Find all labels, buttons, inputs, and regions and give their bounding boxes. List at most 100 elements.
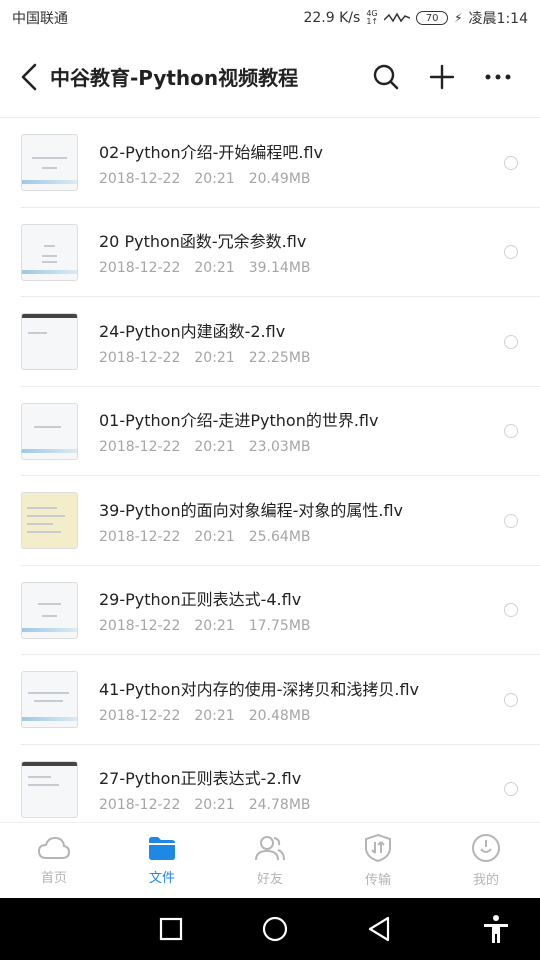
file-meta: 24-Python内建函数-2.flv 2018-12-22 20:21 22.25… bbox=[99, 318, 504, 366]
file-name: 20 Python函数-冗余参数.flv bbox=[99, 232, 307, 252]
file-size: 20.48MB bbox=[248, 707, 311, 724]
file-date: 2018-12-22 bbox=[99, 439, 181, 456]
tab-label: 传输 bbox=[364, 873, 391, 888]
file-date: 2018-12-22 bbox=[99, 349, 181, 366]
file-info: 2018-12-22 20:21 20.49MB bbox=[99, 171, 504, 187]
file-row[interactable]: 02-Python介绍-开始编程吧.flv 2018-12-22 20:21 20.… bbox=[0, 118, 540, 208]
file-size: 39.14MB bbox=[248, 260, 311, 277]
file-row[interactable]: 24-Python内建函数-2.flv 2018-12-22 20:21 22.25… bbox=[0, 297, 540, 387]
file-size: 20.49MB bbox=[248, 170, 311, 187]
file-time: 20:21 bbox=[194, 707, 235, 724]
cloud-icon bbox=[37, 836, 71, 859]
file-row[interactable]: 41-Python对内存的使用-深拷贝和浅拷贝.flv 2018-12-22 20… bbox=[0, 655, 540, 745]
file-size: 22.25MB bbox=[248, 349, 311, 366]
file-meta: 41-Python对内存的使用-深拷贝和浅拷贝.flv 2018-12-22 20… bbox=[99, 676, 504, 724]
plus-icon bbox=[429, 64, 455, 89]
file-info: 2018-12-22 20:21 20.48MB bbox=[99, 708, 504, 724]
file-time: 20:21 bbox=[194, 528, 235, 545]
home-icon[interactable] bbox=[262, 916, 288, 942]
tab-label: 好友 bbox=[256, 872, 283, 887]
file-size: 25.64MB bbox=[248, 528, 311, 545]
tab-label: 文件 bbox=[148, 871, 175, 886]
select-radio[interactable] bbox=[504, 603, 518, 618]
network-type-badge: 4G 1↑ bbox=[366, 10, 378, 26]
file-name: 41-Python对内存的使用-深拷贝和浅拷贝.flv bbox=[99, 679, 420, 699]
file-date: 2018-12-22 bbox=[99, 797, 181, 814]
clock: 凌晨1:14 bbox=[468, 11, 528, 27]
file-info: 2018-12-22 20:21 24.78MB bbox=[99, 797, 504, 813]
file-row[interactable]: 39-Python的面向对象编程-对象的属性.flv 2018-12-22 20:… bbox=[0, 476, 540, 566]
select-radio[interactable] bbox=[504, 424, 518, 439]
recents-icon[interactable] bbox=[159, 917, 183, 941]
file-date: 2018-12-22 bbox=[99, 618, 181, 635]
select-radio[interactable] bbox=[504, 334, 518, 349]
accessibility-icon[interactable] bbox=[482, 914, 510, 944]
file-name: 29-Python正则表达式-4.flv bbox=[99, 590, 302, 610]
file-info: 2018-12-22 20:21 25.64MB bbox=[99, 529, 504, 545]
video-thumbnail bbox=[21, 581, 78, 639]
file-name: 39-Python的面向对象编程-对象的属性.flv bbox=[99, 500, 404, 520]
tab-friends[interactable]: 好友 bbox=[216, 823, 324, 898]
add-button[interactable] bbox=[414, 55, 470, 99]
select-radio[interactable] bbox=[504, 692, 518, 707]
video-thumbnail bbox=[21, 671, 78, 729]
tab-home[interactable]: 首页 bbox=[0, 823, 108, 898]
file-row[interactable]: 20 Python函数-冗余参数.flv 2018-12-22 20:21 39.1… bbox=[0, 208, 540, 298]
file-date: 2018-12-22 bbox=[99, 528, 181, 545]
network-type-bottom: 1↑ bbox=[366, 17, 379, 26]
back-button[interactable] bbox=[14, 57, 44, 97]
file-name: 27-Python正则表达式-2.flv bbox=[99, 769, 302, 789]
file-time: 20:21 bbox=[194, 439, 235, 456]
more-button[interactable] bbox=[470, 55, 526, 99]
folder-icon bbox=[149, 837, 175, 860]
file-meta: 27-Python正则表达式-2.flv 2018-12-22 20:21 24.7… bbox=[99, 765, 504, 813]
file-time: 20:21 bbox=[194, 349, 235, 366]
tab-transfer[interactable]: 传输 bbox=[324, 823, 432, 898]
signal-icon bbox=[384, 12, 411, 23]
video-thumbnail bbox=[21, 223, 78, 281]
status-right: 22.9 K/s 4G 1↑ 70 ⚡ 凌晨1:14 bbox=[303, 8, 528, 28]
file-size: 24.78MB bbox=[248, 797, 311, 814]
video-thumbnail bbox=[21, 760, 78, 818]
status-bar: 中国联通 22.9 K/s 4G 1↑ 70 ⚡ 凌晨1:14 bbox=[0, 0, 540, 36]
bottom-tab-bar: 首页 文件 好友 传输 我的 bbox=[0, 822, 540, 898]
file-meta: 20 Python函数-冗余参数.flv 2018-12-22 20:21 39.1… bbox=[99, 228, 504, 276]
video-thumbnail bbox=[21, 492, 78, 550]
file-time: 20:21 bbox=[194, 170, 235, 187]
app-header: 中谷教育-Python视频教程 bbox=[0, 36, 540, 118]
tab-files[interactable]: 文件 bbox=[108, 823, 216, 898]
file-name: 24-Python内建函数-2.flv bbox=[99, 321, 286, 341]
search-button[interactable] bbox=[358, 55, 414, 99]
select-radio[interactable] bbox=[504, 245, 518, 260]
tab-label: 首页 bbox=[40, 871, 67, 886]
file-info: 2018-12-22 20:21 23.03MB bbox=[99, 439, 504, 455]
file-name: 01-Python介绍-走进Python的世界.flv bbox=[99, 411, 379, 431]
file-size: 23.03MB bbox=[248, 439, 311, 456]
tab-label: 我的 bbox=[472, 873, 499, 888]
back-nav-icon[interactable] bbox=[367, 916, 391, 942]
file-row[interactable]: 29-Python正则表达式-4.flv 2018-12-22 20:21 17.7… bbox=[0, 566, 540, 656]
file-row[interactable]: 27-Python正则表达式-2.flv 2018-12-22 20:21 24.7… bbox=[0, 745, 540, 823]
video-thumbnail bbox=[21, 134, 78, 192]
file-row[interactable]: 01-Python介绍-走进Python的世界.flv 2018-12-22 20… bbox=[0, 387, 540, 477]
video-thumbnail bbox=[21, 402, 78, 460]
file-info: 2018-12-22 20:21 17.75MB bbox=[99, 618, 504, 634]
file-date: 2018-12-22 bbox=[99, 170, 181, 187]
search-icon bbox=[373, 64, 399, 89]
file-date: 2018-12-22 bbox=[99, 260, 181, 277]
select-radio[interactable] bbox=[504, 155, 518, 170]
file-meta: 29-Python正则表达式-4.flv 2018-12-22 20:21 17.7… bbox=[99, 586, 504, 634]
select-radio[interactable] bbox=[504, 513, 518, 528]
profile-icon bbox=[472, 834, 500, 862]
file-list[interactable]: 02-Python介绍-开始编程吧.flv 2018-12-22 20:21 20.… bbox=[0, 118, 540, 822]
select-radio[interactable] bbox=[504, 782, 518, 797]
file-date: 2018-12-22 bbox=[99, 707, 181, 724]
file-info: 2018-12-22 20:21 22.25MB bbox=[99, 350, 504, 366]
system-nav-bar bbox=[0, 898, 540, 960]
file-size: 17.75MB bbox=[248, 618, 311, 635]
file-meta: 39-Python的面向对象编程-对象的属性.flv 2018-12-22 20:… bbox=[99, 497, 504, 545]
tab-profile[interactable]: 我的 bbox=[432, 823, 540, 898]
carrier-label: 中国联通 bbox=[12, 11, 68, 27]
page-title: 中谷教育-Python视频教程 bbox=[50, 66, 299, 90]
file-info: 2018-12-22 20:21 39.14MB bbox=[99, 260, 504, 276]
